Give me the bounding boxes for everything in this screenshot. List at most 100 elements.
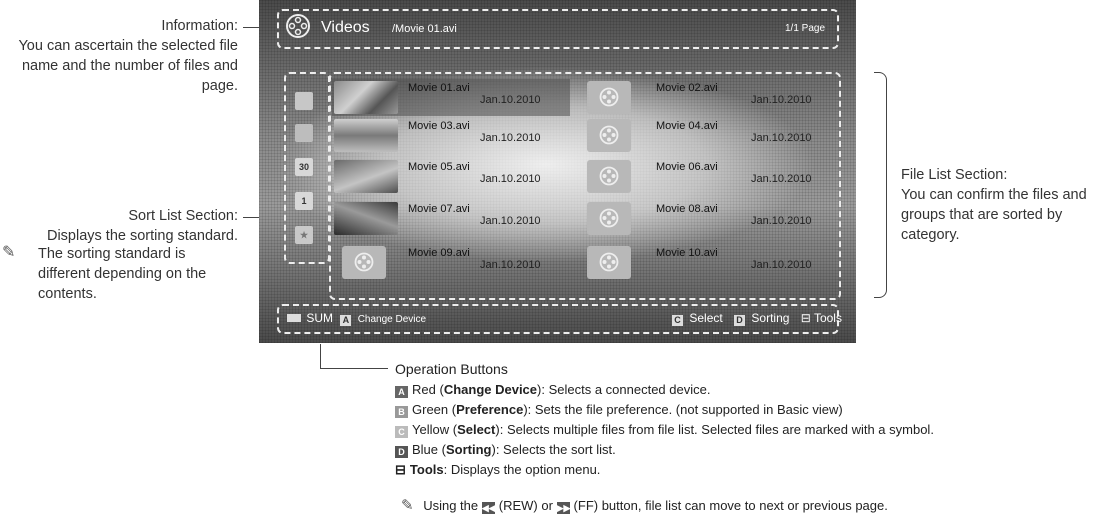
video-thumbnail	[334, 160, 398, 193]
video-thumbnail	[334, 81, 398, 114]
file-name: Movie 07.avi	[408, 203, 470, 215]
film-reel-thumbnail-icon	[587, 81, 631, 114]
key-color: Blue	[412, 442, 439, 457]
note-pencil-icon-2: ✎	[401, 497, 414, 514]
file-tile[interactable]: Movie 04.avi Jan.10.2010	[581, 117, 819, 154]
file-date: Jan.10.2010	[480, 215, 541, 227]
file-list-callout: File List Section: You can confirm the f…	[901, 165, 1116, 245]
file-tile[interactable]: Movie 10.avi Jan.10.2010	[581, 244, 819, 281]
file-tile[interactable]: Movie 02.avi Jan.10.2010	[581, 79, 819, 116]
operation-item: A Red (Change Device): Selects a connecte…	[395, 382, 710, 398]
page-note-pre: Using the	[423, 498, 479, 513]
change-device-button[interactable]: Change Device	[358, 314, 426, 325]
information-body: You can ascertain the selected file name…	[18, 38, 238, 94]
key-desc: : Selects multiple files from file list.…	[499, 422, 934, 437]
sort-list-body: Displays the sorting standard.	[46, 228, 238, 244]
film-reel-thumbnail-icon	[342, 246, 386, 279]
film-reel-thumbnail-icon	[587, 119, 631, 152]
file-tile[interactable]: Movie 05.avi Jan.10.2010	[332, 158, 570, 195]
file-list-title: File List Section:	[901, 167, 1008, 183]
file-tile[interactable]: Movie 06.avi Jan.10.2010	[581, 158, 819, 195]
key-icon: C	[395, 426, 408, 438]
file-date: Jan.10.2010	[751, 132, 812, 144]
file-date: Jan.10.2010	[480, 259, 541, 271]
file-tile[interactable]: Movie 03.avi Jan.10.2010	[332, 117, 570, 154]
select-button[interactable]: Select	[689, 311, 722, 325]
key-color: Green	[412, 402, 449, 417]
sort-list-callout: Sort List Section: Displays the sorting …	[0, 206, 238, 246]
key-desc: : Selects a connected device.	[541, 382, 711, 397]
film-reel-thumbnail-icon	[587, 202, 631, 235]
ff-icon: ▶▶	[556, 502, 571, 514]
video-thumbnail	[334, 202, 398, 235]
bottom-left-controls: SUM A Change Device	[287, 311, 426, 326]
key-desc: : Selects the sort list.	[495, 442, 616, 457]
rew-icon: ◀◀	[481, 502, 496, 514]
page-indicator: 1/1 Page	[785, 23, 826, 34]
sum-label: SUM	[306, 311, 334, 325]
file-list-body: You can confirm the files and groups tha…	[901, 187, 1087, 243]
c-key-icon: C	[672, 315, 683, 326]
key-icon: D	[395, 446, 408, 458]
information-title: Information:	[161, 18, 238, 34]
file-list-bracket	[874, 72, 887, 298]
film-reel-thumbnail-icon	[587, 160, 631, 193]
file-date: Jan.10.2010	[480, 94, 541, 106]
sort-title-icon[interactable]	[295, 124, 313, 142]
sorting-button[interactable]: Sorting	[751, 311, 789, 325]
key-icon: B	[395, 406, 408, 418]
tools-line: ⊟ Tools: Displays the option menu.	[395, 462, 600, 478]
operation-heading: Operation Buttons	[395, 361, 508, 377]
file-name: Movie 01.avi	[408, 82, 470, 94]
film-reel-thumbnail-icon	[587, 246, 631, 279]
key-function: Change Device	[443, 382, 538, 397]
sort-folder-icon[interactable]	[295, 92, 313, 110]
tools-desc: : Displays the option menu.	[443, 462, 601, 477]
file-name: Movie 05.avi	[408, 161, 470, 173]
operation-item: C Yellow (Select): Selects multiple files…	[395, 422, 934, 438]
file-date: Jan.10.2010	[480, 173, 541, 185]
file-name: Movie 03.avi	[408, 120, 470, 132]
file-name: Movie 04.avi	[656, 120, 718, 132]
file-tile[interactable]: Movie 01.avi Jan.10.2010	[332, 79, 570, 116]
page-note-rew: (REW) or	[498, 498, 553, 513]
sort-note: ✎ The sorting standard is different depe…	[0, 244, 238, 304]
tools-icon: ⊟	[800, 311, 811, 325]
sort-list-icon[interactable]: 1	[295, 192, 313, 210]
file-tile[interactable]: Movie 09.avi Jan.10.2010	[332, 244, 570, 281]
key-color: Red	[412, 382, 436, 397]
sum-icon	[287, 314, 301, 322]
file-date: Jan.10.2010	[751, 173, 812, 185]
file-name: Movie 02.avi	[656, 82, 718, 94]
file-name: Movie 09.avi	[408, 247, 470, 259]
file-date: Jan.10.2010	[480, 132, 541, 144]
operation-item: B Green (Preference): Sets the file prefe…	[395, 402, 843, 418]
file-name: Movie 06.avi	[656, 161, 718, 173]
key-icon: A	[395, 386, 408, 398]
film-reel-icon	[285, 13, 311, 44]
key-function: Preference	[456, 402, 524, 417]
sort-list-title: Sort List Section:	[128, 208, 238, 224]
tools-button[interactable]: Tools	[814, 311, 842, 325]
d-key-icon: D	[734, 315, 746, 326]
sort-date-icon[interactable]: 30	[295, 158, 313, 176]
screen-title: Videos	[321, 19, 370, 36]
file-tile[interactable]: Movie 08.avi Jan.10.2010	[581, 200, 819, 237]
page-note-ff: (FF) button, file list can move to next …	[573, 498, 888, 513]
operation-item: D Blue (Sorting): Selects the sort list.	[395, 442, 616, 458]
file-date: Jan.10.2010	[751, 215, 812, 227]
a-key-icon: A	[340, 315, 352, 326]
note-pencil-icon: ✎	[2, 244, 16, 261]
sort-favorite-icon[interactable]: ★	[295, 226, 313, 244]
file-tile[interactable]: Movie 07.avi Jan.10.2010	[332, 200, 570, 237]
tools-name: Tools	[409, 462, 444, 477]
file-name: Movie 08.avi	[656, 203, 718, 215]
key-desc: : Sets the file preference. (not support…	[527, 402, 843, 417]
file-date: Jan.10.2010	[751, 94, 812, 106]
video-thumbnail	[334, 119, 398, 152]
operation-leader-v	[320, 344, 321, 368]
page-note: ✎ Using the ◀◀ (REW) or ▶▶ (FF) button, fi…	[401, 496, 888, 514]
key-function: Sorting	[445, 442, 492, 457]
bottom-right-controls: C Select D Sorting ⊟ Tools	[672, 311, 842, 326]
file-name: Movie 10.avi	[656, 247, 718, 259]
